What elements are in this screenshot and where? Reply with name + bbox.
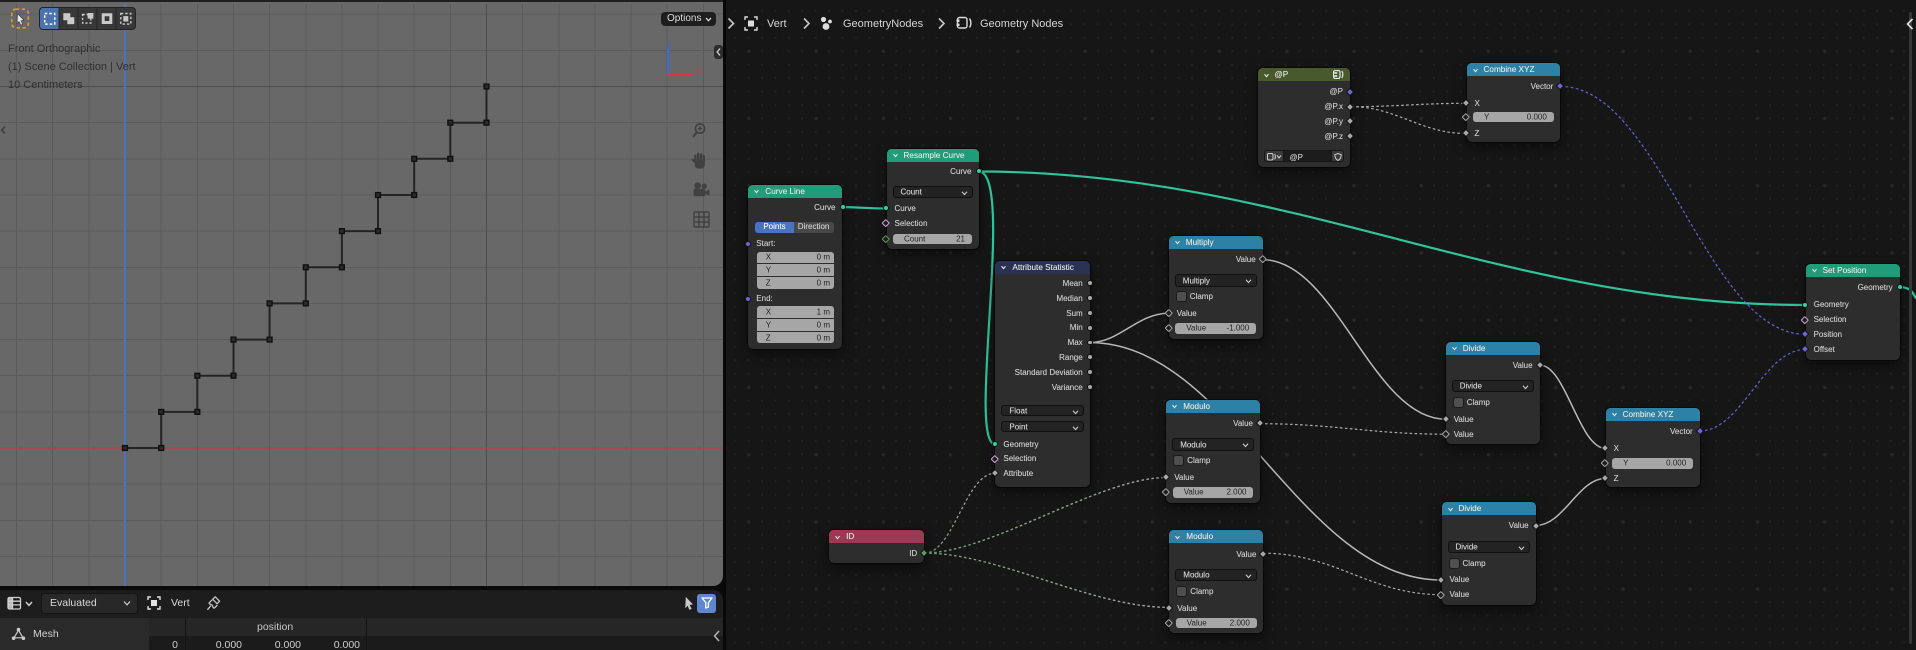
svg-text:z: z (667, 39, 672, 49)
svg-text:x: x (697, 65, 702, 75)
